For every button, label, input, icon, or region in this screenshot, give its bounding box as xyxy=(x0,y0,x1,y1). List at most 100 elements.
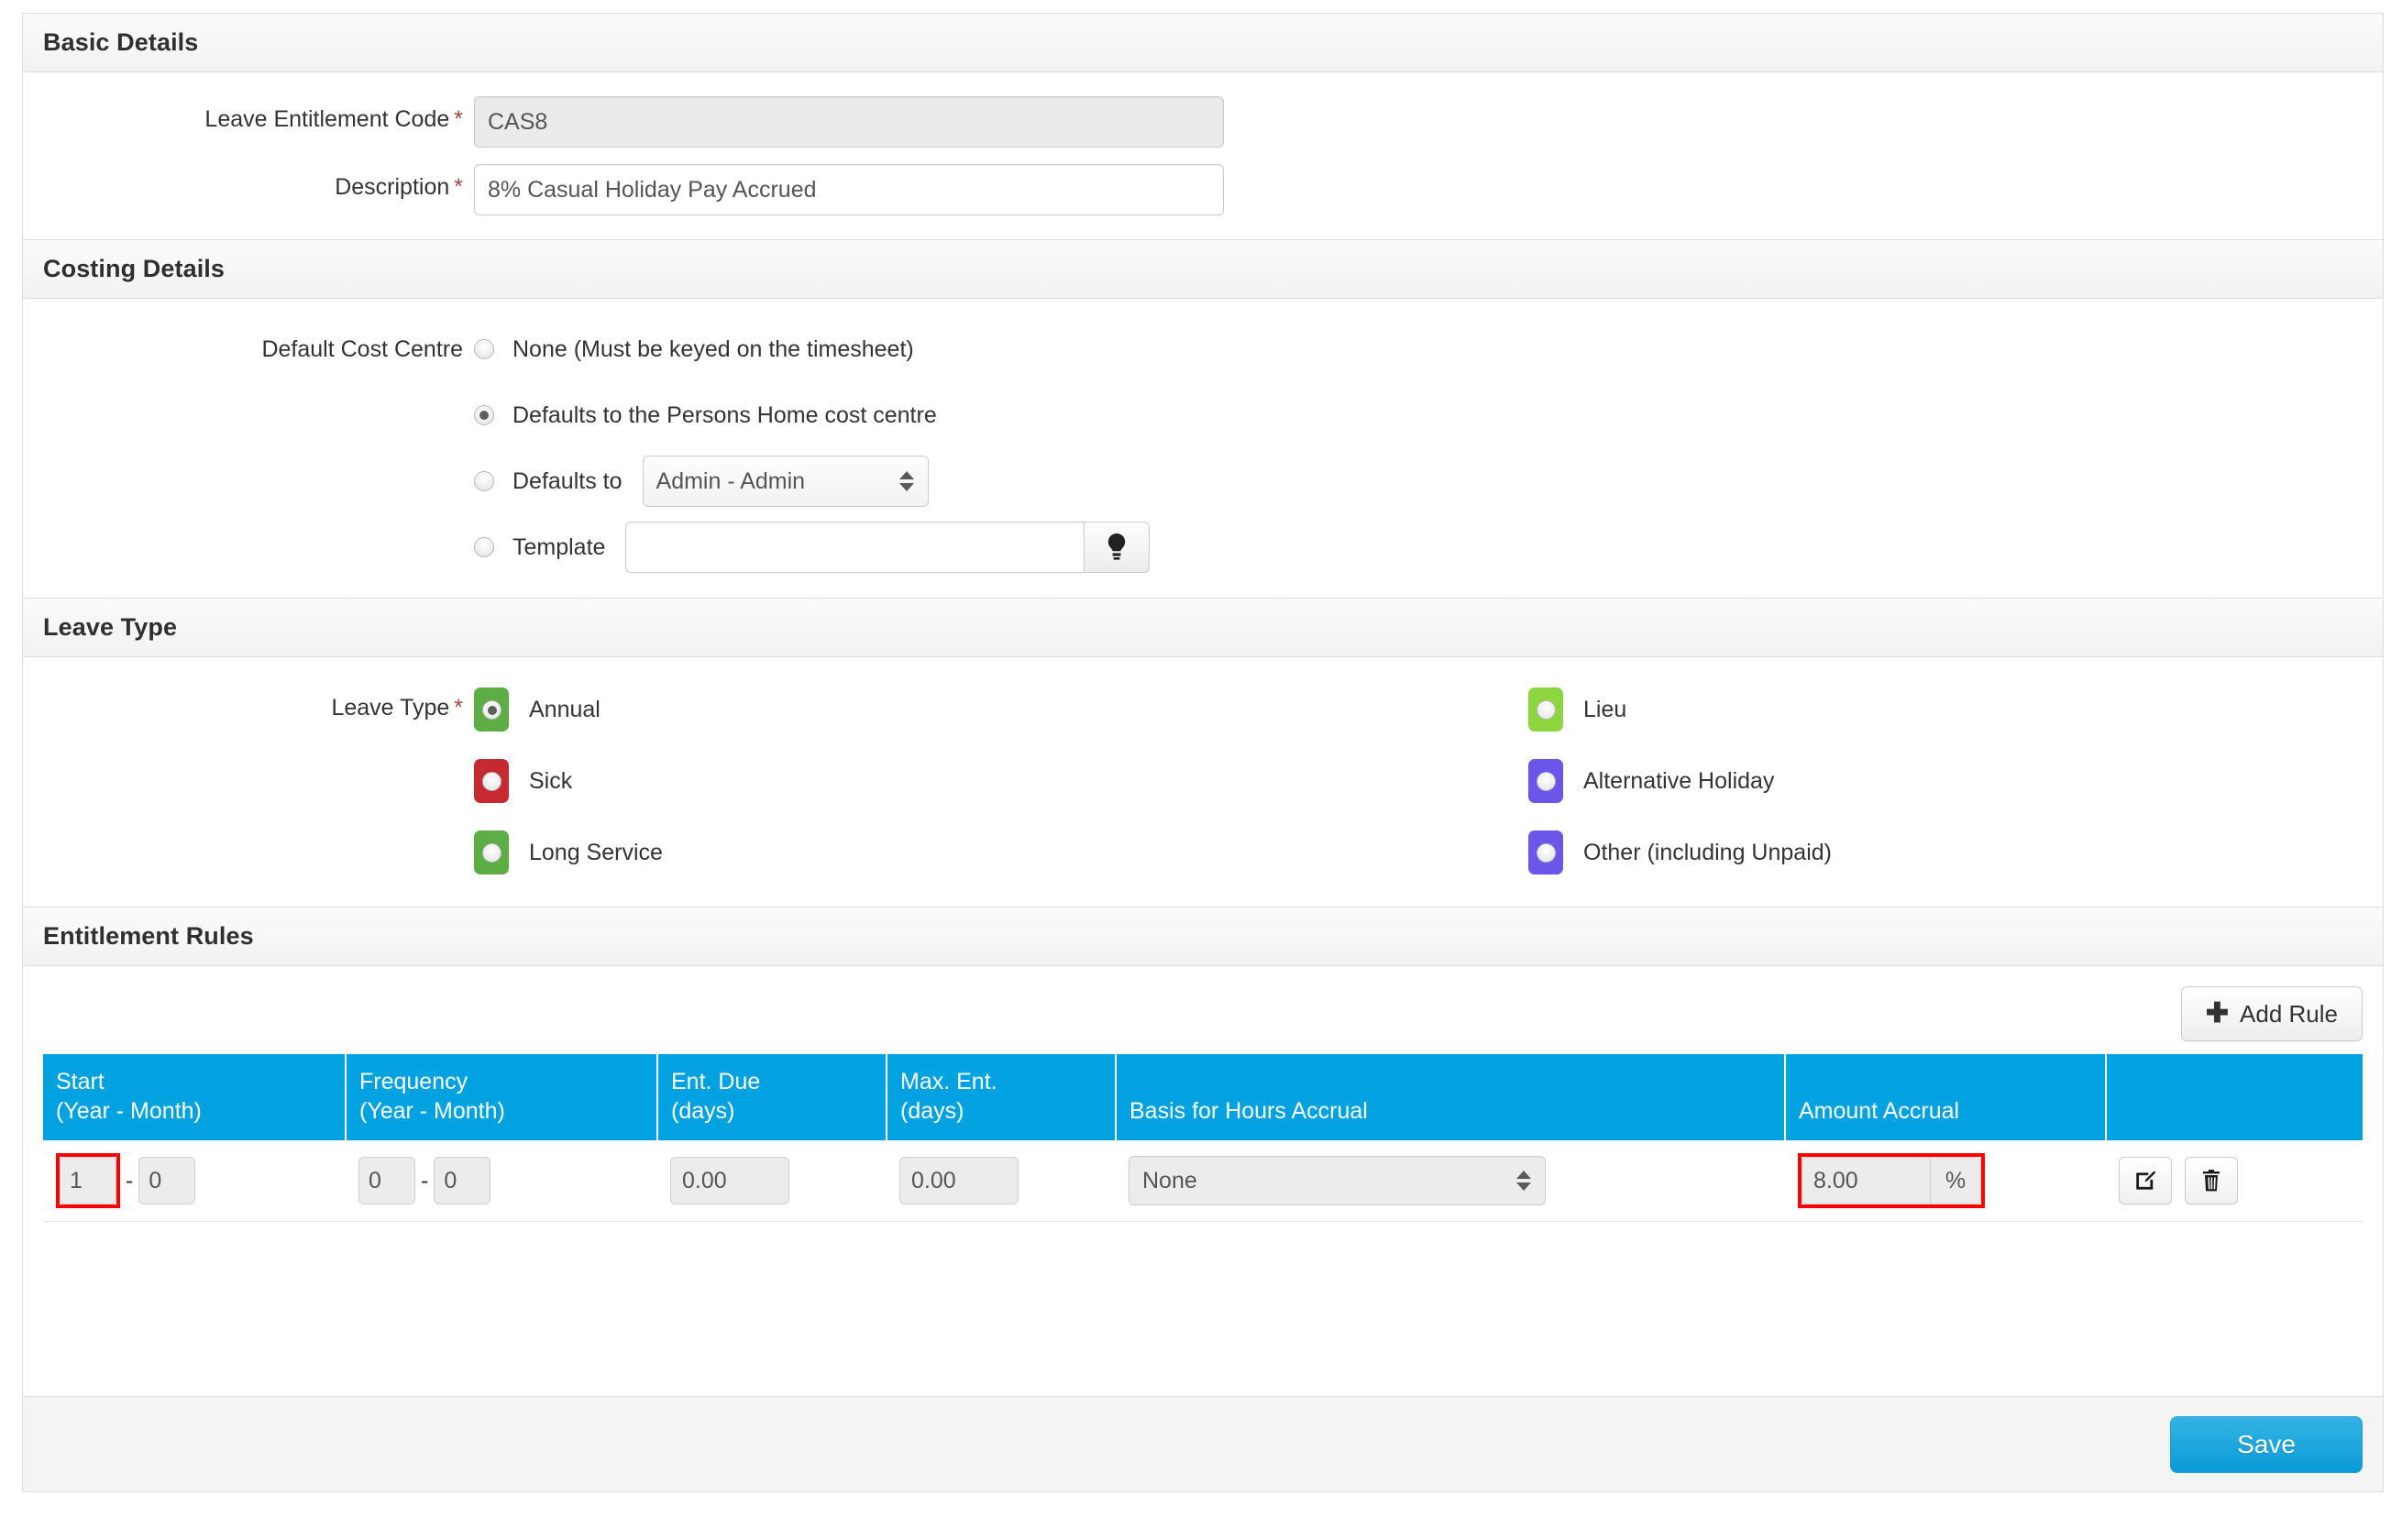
start-year-input[interactable] xyxy=(60,1157,116,1204)
description-row: Description * xyxy=(43,164,2363,215)
column-start: Start (Year - Month) xyxy=(43,1054,347,1140)
required-asterisk: * xyxy=(454,695,463,720)
amount-accrual-input[interactable] xyxy=(1802,1157,1930,1204)
leave-type-column-left: Annual Sick Long Service xyxy=(474,687,1528,875)
entitlement-rules-header: Entitlement Rules xyxy=(23,908,2383,966)
column-ent-due-line1: Ent. Due xyxy=(671,1069,761,1094)
cost-centre-select-wrap: Admin - Admin xyxy=(642,456,929,507)
leave-type-lieu[interactable]: Lieu xyxy=(1528,687,2402,732)
max-ent-input[interactable] xyxy=(899,1157,1019,1204)
cell-frequency: - xyxy=(346,1140,657,1222)
table-row: - - xyxy=(43,1140,2363,1222)
page-container: Basic Details Leave Entitlement Code* De… xyxy=(0,0,2402,1540)
basic-details-header: Basic Details xyxy=(23,14,2383,72)
leave-type-tile-other[interactable] xyxy=(1528,830,1563,874)
leave-type-sick[interactable]: Sick xyxy=(474,758,1528,804)
radio-persons-home[interactable] xyxy=(474,405,494,425)
default-cost-centre-row: Default Cost Centre None (Must be keyed … xyxy=(43,323,2363,574)
template-input[interactable] xyxy=(625,522,1085,573)
description-input[interactable] xyxy=(474,164,1224,215)
leave-type-label: Leave Type * xyxy=(43,687,474,721)
radio-none[interactable] xyxy=(474,339,494,359)
radio-sick[interactable] xyxy=(481,771,501,791)
start-month-input[interactable] xyxy=(138,1157,196,1204)
add-rule-button[interactable]: ✚ Add Rule xyxy=(2180,986,2363,1041)
leave-type-sick-label: Sick xyxy=(529,767,573,794)
amount-accrual-highlight: % xyxy=(1798,1153,1985,1208)
leave-entitlement-code-input[interactable] xyxy=(474,96,1224,148)
ent-due-input[interactable] xyxy=(670,1157,789,1204)
entitlement-rules-title: Entitlement Rules xyxy=(43,922,254,950)
description-label: Description * xyxy=(43,164,474,201)
edit-icon[interactable] xyxy=(2119,1157,2172,1204)
entitlement-rules-table: Start (Year - Month) Frequency (Year - M… xyxy=(43,1054,2363,1222)
cost-centre-option-template-label: Template xyxy=(512,534,606,560)
column-ent-due-line2: (days) xyxy=(671,1098,735,1124)
frequency-separator: - xyxy=(421,1167,429,1194)
leave-type-tile-lieu[interactable] xyxy=(1528,688,1563,732)
column-max-ent-line1: Max. Ent. xyxy=(900,1069,997,1094)
radio-other[interactable] xyxy=(1536,842,1556,863)
column-start-line2: (Year - Month) xyxy=(56,1098,202,1124)
column-frequency-line1: Frequency xyxy=(359,1069,468,1094)
radio-template[interactable] xyxy=(474,537,494,557)
leave-type-column-right: Lieu Alternative Holiday Other (includin… xyxy=(1528,687,2402,875)
leave-entitlement-code-label-text: Leave Entitlement Code xyxy=(204,106,450,132)
description-control xyxy=(474,164,2363,215)
leave-type-alternative-holiday[interactable]: Alternative Holiday xyxy=(1528,758,2402,804)
frequency-month-input[interactable] xyxy=(434,1157,491,1204)
cell-ent-due xyxy=(657,1140,887,1222)
basic-details-panel: Basic Details Leave Entitlement Code* De… xyxy=(22,13,2384,240)
add-rule-label: Add Rule xyxy=(2240,999,2338,1028)
default-cost-centre-options: None (Must be keyed on the timesheet) De… xyxy=(474,323,2363,574)
cell-start: - xyxy=(43,1140,346,1222)
radio-lieu[interactable] xyxy=(1536,699,1556,720)
leave-type-tile-alternative-holiday[interactable] xyxy=(1528,759,1563,803)
table-header-row: Start (Year - Month) Frequency (Year - M… xyxy=(43,1054,2363,1140)
cost-centre-option-template[interactable]: Template xyxy=(474,521,2363,574)
column-basis: Basis for Hours Accrual xyxy=(1116,1054,1786,1140)
costing-details-header: Costing Details xyxy=(23,240,2383,299)
cost-centre-select[interactable]: Admin - Admin xyxy=(642,456,929,507)
cell-basis: None xyxy=(1116,1140,1785,1222)
leave-type-other[interactable]: Other (including Unpaid) xyxy=(1528,830,2402,875)
required-asterisk: * xyxy=(454,106,463,132)
leave-type-long-service[interactable]: Long Service xyxy=(474,830,1528,875)
leave-type-annual-label: Annual xyxy=(529,696,600,722)
start-year-highlight xyxy=(56,1153,120,1208)
entitlement-rules-table-body: - - xyxy=(43,1140,2363,1222)
leave-type-tile-annual[interactable] xyxy=(474,688,509,732)
leave-type-annual[interactable]: Annual xyxy=(474,687,1528,732)
leave-entitlement-code-label: Leave Entitlement Code * xyxy=(43,96,474,133)
form-footer: Save xyxy=(22,1397,2384,1492)
cost-centre-option-home[interactable]: Defaults to the Persons Home cost centre xyxy=(474,389,2363,442)
cost-centre-option-defaults-to-label: Defaults to xyxy=(512,468,623,494)
table-empty-space xyxy=(43,1222,2363,1396)
leave-type-tile-sick[interactable] xyxy=(474,759,509,803)
leave-type-row: Leave Type * Annual Sick Long Service Li… xyxy=(43,687,2363,875)
column-ent-due: Ent. Due (days) xyxy=(657,1054,887,1140)
lightbulb-icon[interactable] xyxy=(1084,522,1151,573)
column-basis-line2: Basis for Hours Accrual xyxy=(1129,1098,1368,1124)
leave-type-panel: Leave Type Leave Type * Annual Sick Long… xyxy=(22,599,2384,908)
radio-annual[interactable] xyxy=(481,699,501,720)
frequency-year-input[interactable] xyxy=(358,1157,415,1204)
entitlement-rules-body: ✚ Add Rule Start (Year - Month) Frequenc… xyxy=(23,966,2383,1396)
trash-icon[interactable] xyxy=(2185,1157,2239,1204)
amount-accrual-unit: % xyxy=(1930,1157,1981,1204)
costing-details-body: Default Cost Centre None (Must be keyed … xyxy=(23,299,2383,598)
radio-alternative-holiday[interactable] xyxy=(1536,771,1556,791)
costing-details-title: Costing Details xyxy=(43,255,226,282)
radio-long-service[interactable] xyxy=(481,842,501,863)
cell-amount-accrual: % xyxy=(1785,1140,2106,1222)
basis-for-hours-accrual-select[interactable]: None xyxy=(1129,1156,1546,1205)
column-amount-accrual: Amount Accrual xyxy=(1785,1054,2107,1140)
save-button[interactable]: Save xyxy=(2170,1415,2363,1473)
column-max-ent: Max. Ent. (days) xyxy=(887,1054,1117,1140)
cost-centre-option-defaults-to[interactable]: Defaults to Admin - Admin xyxy=(474,455,2363,508)
cost-centre-option-none[interactable]: None (Must be keyed on the timesheet) xyxy=(474,323,2363,376)
start-separator: - xyxy=(126,1167,134,1194)
leave-type-tile-long-service[interactable] xyxy=(474,830,509,874)
leave-type-header: Leave Type xyxy=(23,599,2383,657)
radio-defaults-to[interactable] xyxy=(474,471,494,491)
